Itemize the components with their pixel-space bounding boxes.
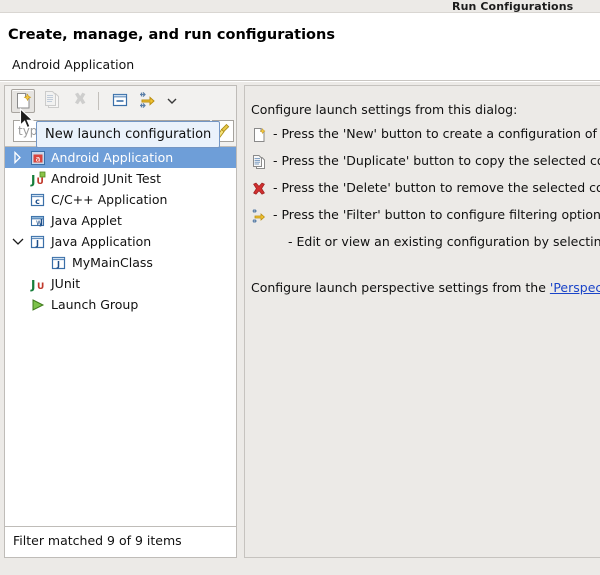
details-line-filter: - Press the 'Filter' button to configure… xyxy=(273,207,600,222)
svg-text:J: J xyxy=(30,173,35,187)
new-launch-configuration-button[interactable] xyxy=(11,89,35,113)
delete-icon xyxy=(69,89,91,111)
android-icon: a xyxy=(30,150,46,166)
launch-configuration-tree[interactable]: a Android Application J U Android JUnit … xyxy=(4,146,237,527)
configurations-toolbar xyxy=(4,85,237,116)
svg-text:U: U xyxy=(37,282,44,292)
new-config-icon xyxy=(12,90,34,112)
filter-status-bar: Filter matched 9 of 9 items xyxy=(4,527,237,558)
java-application-icon: J xyxy=(30,234,46,250)
svg-text:J: J xyxy=(56,260,60,269)
tree-item-cpp-application[interactable]: c C/C++ Application xyxy=(5,189,236,210)
details-pane: Configure launch settings from this dial… xyxy=(244,85,600,558)
tree-item-android-junit-test[interactable]: J U Android JUnit Test xyxy=(5,168,236,189)
collapse-triangle-icon[interactable] xyxy=(11,231,25,252)
toolbar-tooltip: New launch configuration xyxy=(36,121,220,148)
configurations-pane: a Android Application J U Android JUnit … xyxy=(4,85,237,558)
new-config-icon xyxy=(251,127,267,143)
expand-triangle-icon[interactable] xyxy=(11,147,25,168)
dialog-header: Create, manage, and run configurations A… xyxy=(0,13,600,81)
android-junit-icon: J U xyxy=(30,171,46,187)
details-line-duplicate: - Press the 'Duplicate' button to copy t… xyxy=(273,153,600,168)
tree-item-android-application[interactable]: a Android Application xyxy=(5,147,236,168)
tree-item-mymainclass[interactable]: J MyMainClass xyxy=(5,252,236,273)
launch-group-icon xyxy=(30,297,46,313)
tree-item-java-application[interactable]: J Java Application xyxy=(5,231,236,252)
svg-text:J: J xyxy=(39,218,43,227)
filter-icon xyxy=(251,208,267,224)
delete-icon xyxy=(251,181,267,197)
details-heading: Configure launch settings from this dial… xyxy=(251,102,517,117)
tree-item-label: MyMainClass xyxy=(72,252,153,273)
filter-icon xyxy=(136,89,158,111)
tree-item-java-applet[interactable]: w J Java Applet xyxy=(5,210,236,231)
cpp-icon: c xyxy=(30,192,46,208)
tree-item-label: C/C++ Application xyxy=(51,189,167,210)
filter-button[interactable] xyxy=(136,89,160,113)
java-launch-icon: J xyxy=(51,255,67,271)
tree-item-label: Java Application xyxy=(51,231,151,252)
details-line-edit: - Edit or view an existing configuration… xyxy=(288,234,600,249)
delete-launch-configuration-button[interactable] xyxy=(69,89,93,113)
details-line-new: - Press the 'New' button to create a con… xyxy=(273,126,600,141)
collapse-all-icon xyxy=(109,89,131,111)
java-applet-icon: w J xyxy=(30,213,46,229)
window-title-bar: Run Configurations xyxy=(0,0,600,13)
svg-text:J: J xyxy=(30,278,35,292)
svg-text:U: U xyxy=(37,177,44,187)
tree-item-label: Android JUnit Test xyxy=(51,168,161,189)
page-title: Create, manage, and run configurations xyxy=(8,27,335,43)
tree-item-launch-group[interactable]: Launch Group xyxy=(5,294,236,315)
svg-text:J: J xyxy=(35,239,39,248)
collapse-all-button[interactable] xyxy=(109,89,133,113)
window-title: Run Configurations xyxy=(452,0,573,13)
dialog-body: a Android Application J U Android JUnit … xyxy=(0,82,600,575)
page-subtitle: Android Application xyxy=(12,57,134,72)
junit-icon: J U xyxy=(30,276,46,292)
details-line-delete: - Press the 'Delete' button to remove th… xyxy=(273,180,600,195)
svg-text:c: c xyxy=(35,197,40,206)
chevron-down-icon xyxy=(164,89,180,113)
tree-item-label: JUnit xyxy=(51,273,80,294)
svg-text:a: a xyxy=(36,154,41,163)
duplicate-launch-configuration-button[interactable] xyxy=(41,89,65,113)
pane-splitter[interactable] xyxy=(237,85,244,558)
perspectives-link[interactable]: 'Perspecti xyxy=(550,280,600,295)
tree-item-label: Java Applet xyxy=(51,210,122,231)
duplicate-icon xyxy=(251,154,267,170)
tree-item-junit[interactable]: J U JUnit xyxy=(5,273,236,294)
details-footer-text: Configure launch perspective settings fr… xyxy=(251,280,550,295)
details-footer: Configure launch perspective settings fr… xyxy=(251,280,600,295)
view-menu-button[interactable] xyxy=(164,89,180,113)
toolbar-separator xyxy=(98,92,99,110)
duplicate-icon xyxy=(41,89,63,111)
tree-item-label: Android Application xyxy=(51,147,173,168)
filter-status-text: Filter matched 9 of 9 items xyxy=(13,533,182,548)
tree-item-label: Launch Group xyxy=(51,294,138,315)
